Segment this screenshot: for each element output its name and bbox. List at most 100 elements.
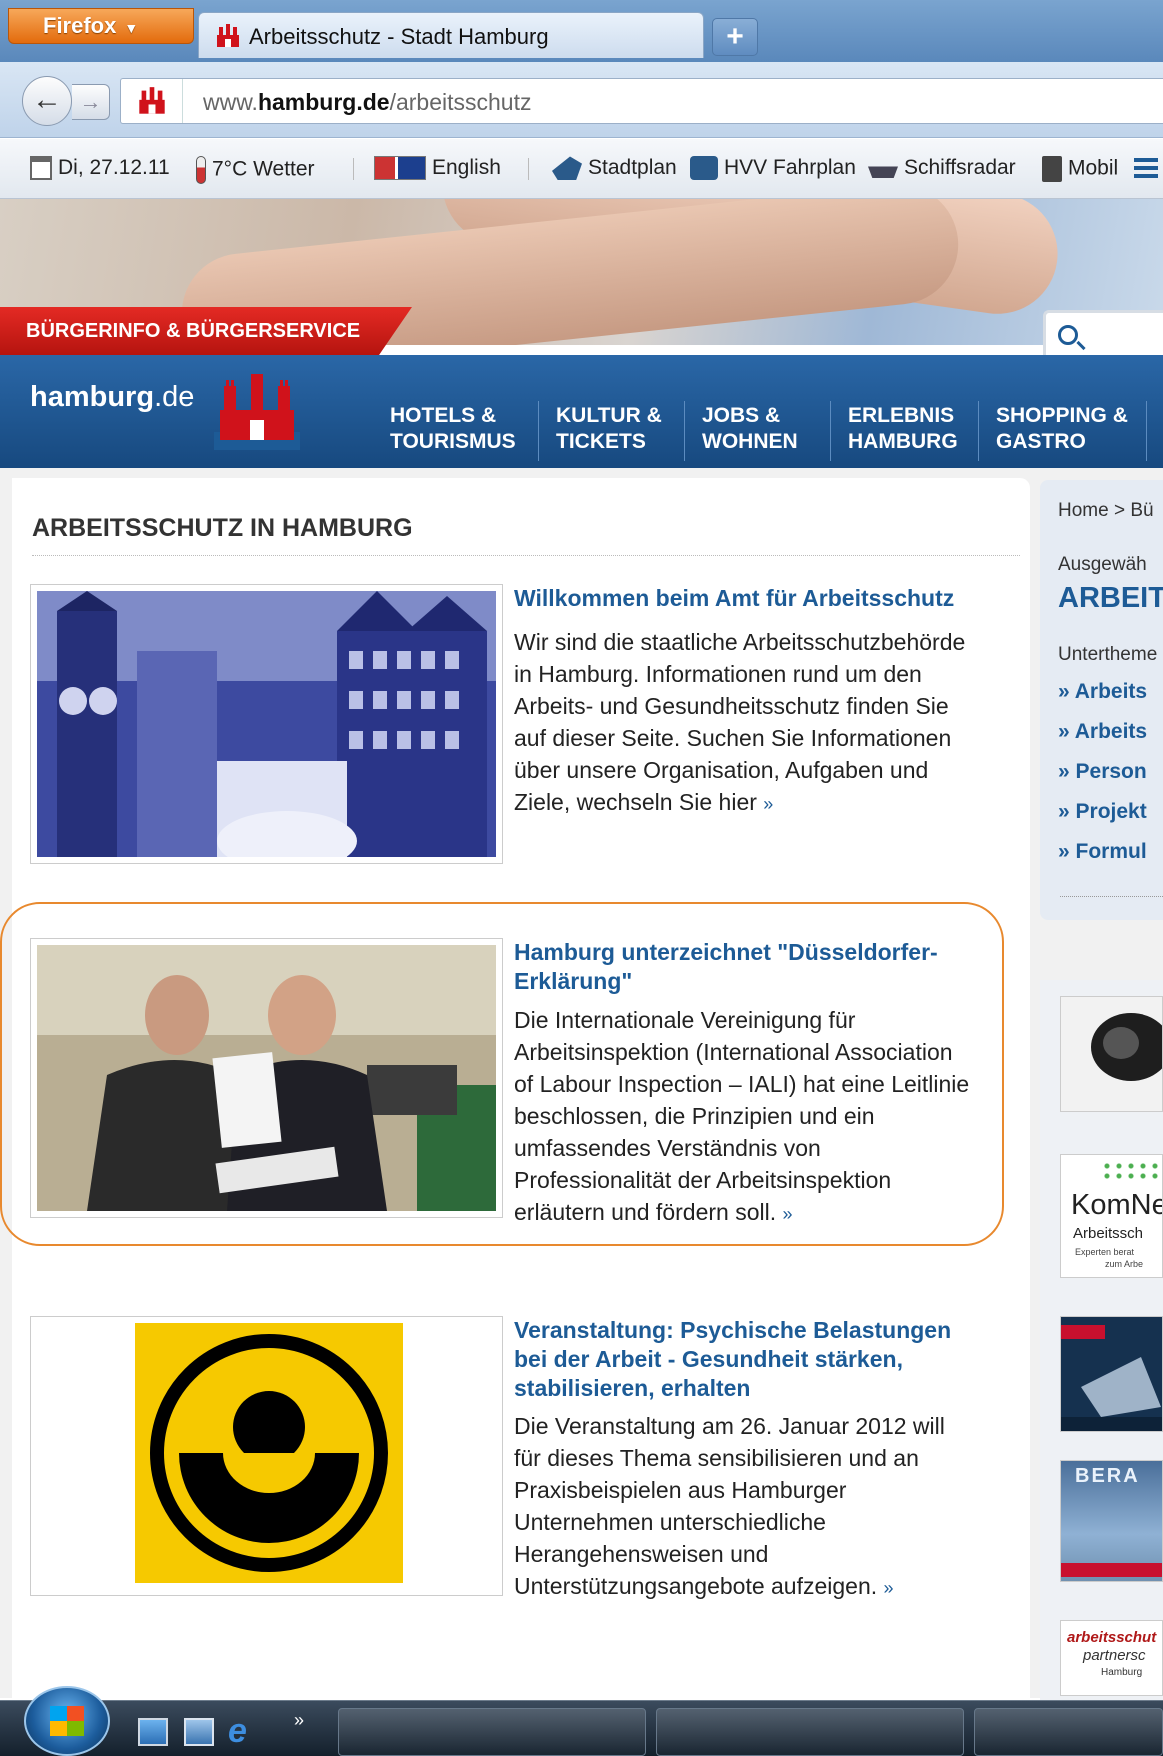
nav-shopping-gastro[interactable]: SHOPPING & GASTRO [996,403,1128,455]
nav-label: HAMBURG [848,430,958,453]
english-label: English [432,156,501,179]
article-text-line: auf dieser Seite. Suchen Sie Information… [514,725,952,751]
chevron-down-icon: ▼ [124,20,139,36]
article-title-link[interactable]: Veranstaltung: Psychische Belastungen be… [514,1316,951,1403]
page-title: ARBEITSSCHUTZ IN HAMBURG [32,514,413,542]
article-image-link[interactable] [30,938,503,1218]
article-text-line: über unsere Organisation, Aufgaben und [514,757,929,783]
nav-label: WOHNEN [702,430,798,453]
breadcrumb[interactable]: Home > Bü [1058,500,1154,522]
komnet-title: KomNe [1071,1189,1163,1221]
internet-explorer-icon[interactable]: e [228,1714,258,1748]
sidebar-subtopic-link[interactable]: » Formul [1058,840,1147,864]
article-text-line: erläutern und fördern soll. [514,1199,777,1225]
tab-arbeitsschutz[interactable]: Arbeitsschutz - Stadt Hamburg [198,12,704,58]
article-text-line: Arbeitsinspektion (International Associa… [514,1039,953,1065]
stadtplan-item[interactable]: Stadtplan [552,156,677,181]
read-more-link[interactable]: » [884,1578,894,1598]
sidebar-subtopic-link[interactable]: » Projekt [1058,800,1147,824]
logo-tld: .de [154,381,195,413]
firefox-button-label: Firefox [43,13,117,38]
switch-windows-icon[interactable] [184,1718,214,1746]
url-path: /arbeitsschutz [389,89,532,115]
date-item[interactable]: Di, 27.12.11 [30,156,170,181]
teaser-beratung[interactable]: BERA [1060,1460,1163,1582]
windows-start-button[interactable] [24,1686,110,1756]
nav-label: TOURISMUS [390,430,516,453]
nav-label: GASTRO [996,430,1086,453]
article-text-line: Unternehmen unterschiedliche [514,1509,826,1535]
article-body: Wir sind die staatliche Arbeitsschutzbeh… [514,626,965,820]
partner-city: Hamburg [1101,1667,1143,1678]
sidebar-subtopic-link[interactable]: » Arbeits [1058,680,1147,704]
weather-item[interactable]: 7°C Wetter [196,156,315,184]
article-text-line: Arbeits- und Gesundheitsschutz finden Si… [514,693,949,719]
firefox-menu-button[interactable]: Firefox ▼ [8,8,194,44]
search-icon [1058,325,1078,345]
article-title-line: Hamburg unterzeichnet "Düsseldorfer- [514,939,938,965]
sidebar-subtopic-link[interactable]: » Arbeits [1058,720,1147,744]
taskbar-window-button[interactable] [974,1708,1163,1756]
article-image-link[interactable] [30,1316,503,1596]
nav-label: JOBS & [702,404,781,427]
nav-label: HOTELS & [390,404,497,427]
article-psychische-belastungen: Veranstaltung: Psychische Belastungen be… [30,1316,1010,1599]
article-text-line: in Hamburg. Informationen rund um den [514,661,922,687]
forward-button[interactable]: → [72,84,110,120]
title-divider [32,555,1020,556]
article-text-line: für dieses Thema sensibilisieren und an [514,1445,919,1471]
teaser-arbeitsplatz[interactable] [1060,1316,1163,1432]
schiffsradar-item[interactable]: Schiffsradar [868,156,1016,180]
article-text-line: Praxisbeispielen aus Hamburger [514,1477,847,1503]
beratung-red-strip [1061,1563,1162,1577]
nav-label: KULTUR & [556,404,662,427]
quicklaunch-overflow[interactable]: » [294,1710,324,1738]
selected-label: Ausgewäh [1058,554,1147,575]
read-more-link[interactable]: » [783,1204,793,1224]
english-item[interactable]: English [374,156,501,181]
article-text-line: Die Veranstaltung am 26. Januar 2012 wil… [514,1413,945,1439]
schiffsradar-label: Schiffsradar [904,156,1016,179]
buergerinfo-tab[interactable]: BÜRGERINFO & BÜRGERSERVICE [0,307,412,355]
list-icon-glyph [1134,158,1158,179]
site-identity-button[interactable] [121,79,183,123]
hamburg-logo[interactable]: hamburg.de [30,381,194,414]
teaser-partnerschaft[interactable]: arbeitsschut partnersc Hamburg [1060,1620,1163,1696]
article-text-line: of Labour Inspection – IALI) hat eine Le… [514,1071,970,1097]
mobil-item[interactable]: Mobil [1042,156,1118,182]
date-label: Di, 27.12.11 [58,156,170,179]
list-icon[interactable] [1134,156,1163,180]
teaser-komnet[interactable]: KomNe Arbeitssch Experten berat zum Arbe [1060,1154,1163,1278]
article-text-line: Ziele, wechseln Sie hier [514,789,757,815]
hamburg-collage-image [37,591,496,871]
article-image-link[interactable] [30,584,503,871]
url-bar[interactable]: www.hamburg.de/arbeitsschutz [120,78,1163,124]
sidebar-heading[interactable]: ARBEIT [1058,582,1163,615]
komnet-small-text: zum Arbe [1105,1259,1144,1269]
article-title-link[interactable]: Willkommen beim Amt für Arbeitsschutz [514,584,954,613]
nav-jobs-wohnen[interactable]: JOBS & WOHNEN [702,403,798,455]
article-title-line: stabilisieren, erhalten [514,1375,751,1401]
map-icon [552,156,582,181]
read-more-link[interactable]: » [763,794,773,814]
nav-separator [978,401,979,461]
show-desktop-icon[interactable] [138,1718,168,1746]
article-title-link[interactable]: Hamburg unterzeichnet "Düsseldorfer- Erk… [514,938,938,996]
nav-separator [830,401,831,461]
taskbar-window-button[interactable] [338,1708,646,1756]
article-text-line: beschlossen, die Prinzipien und ein [514,1103,875,1129]
article-text-line: Die Internationale Vereinigung für [514,1007,856,1033]
bookmarks-toolbar: Di, 27.12.11 7°C Wetter English Stadtpla… [0,139,1163,199]
nav-hotels-tourismus[interactable]: HOTELS & TOURISMUS [390,403,516,455]
sidebar-subtopic-link[interactable]: » Person [1058,760,1147,784]
article-text-line: umfassendes Verständnis von [514,1135,821,1161]
article-text-line: Professionalität der Arbeitsinspektion [514,1167,892,1193]
nav-erlebnis-hamburg[interactable]: ERLEBNIS HAMBURG [848,403,958,455]
nav-kultur-tickets[interactable]: KULTUR & TICKETS [556,403,662,455]
arrow-right-icon: → [79,89,102,114]
back-button[interactable]: ← [22,76,72,126]
hvv-item[interactable]: HVV Fahrplan [690,156,856,181]
teaser-telephone[interactable] [1060,996,1163,1112]
taskbar-window-button[interactable] [656,1708,964,1756]
new-tab-button[interactable]: + [712,18,758,56]
